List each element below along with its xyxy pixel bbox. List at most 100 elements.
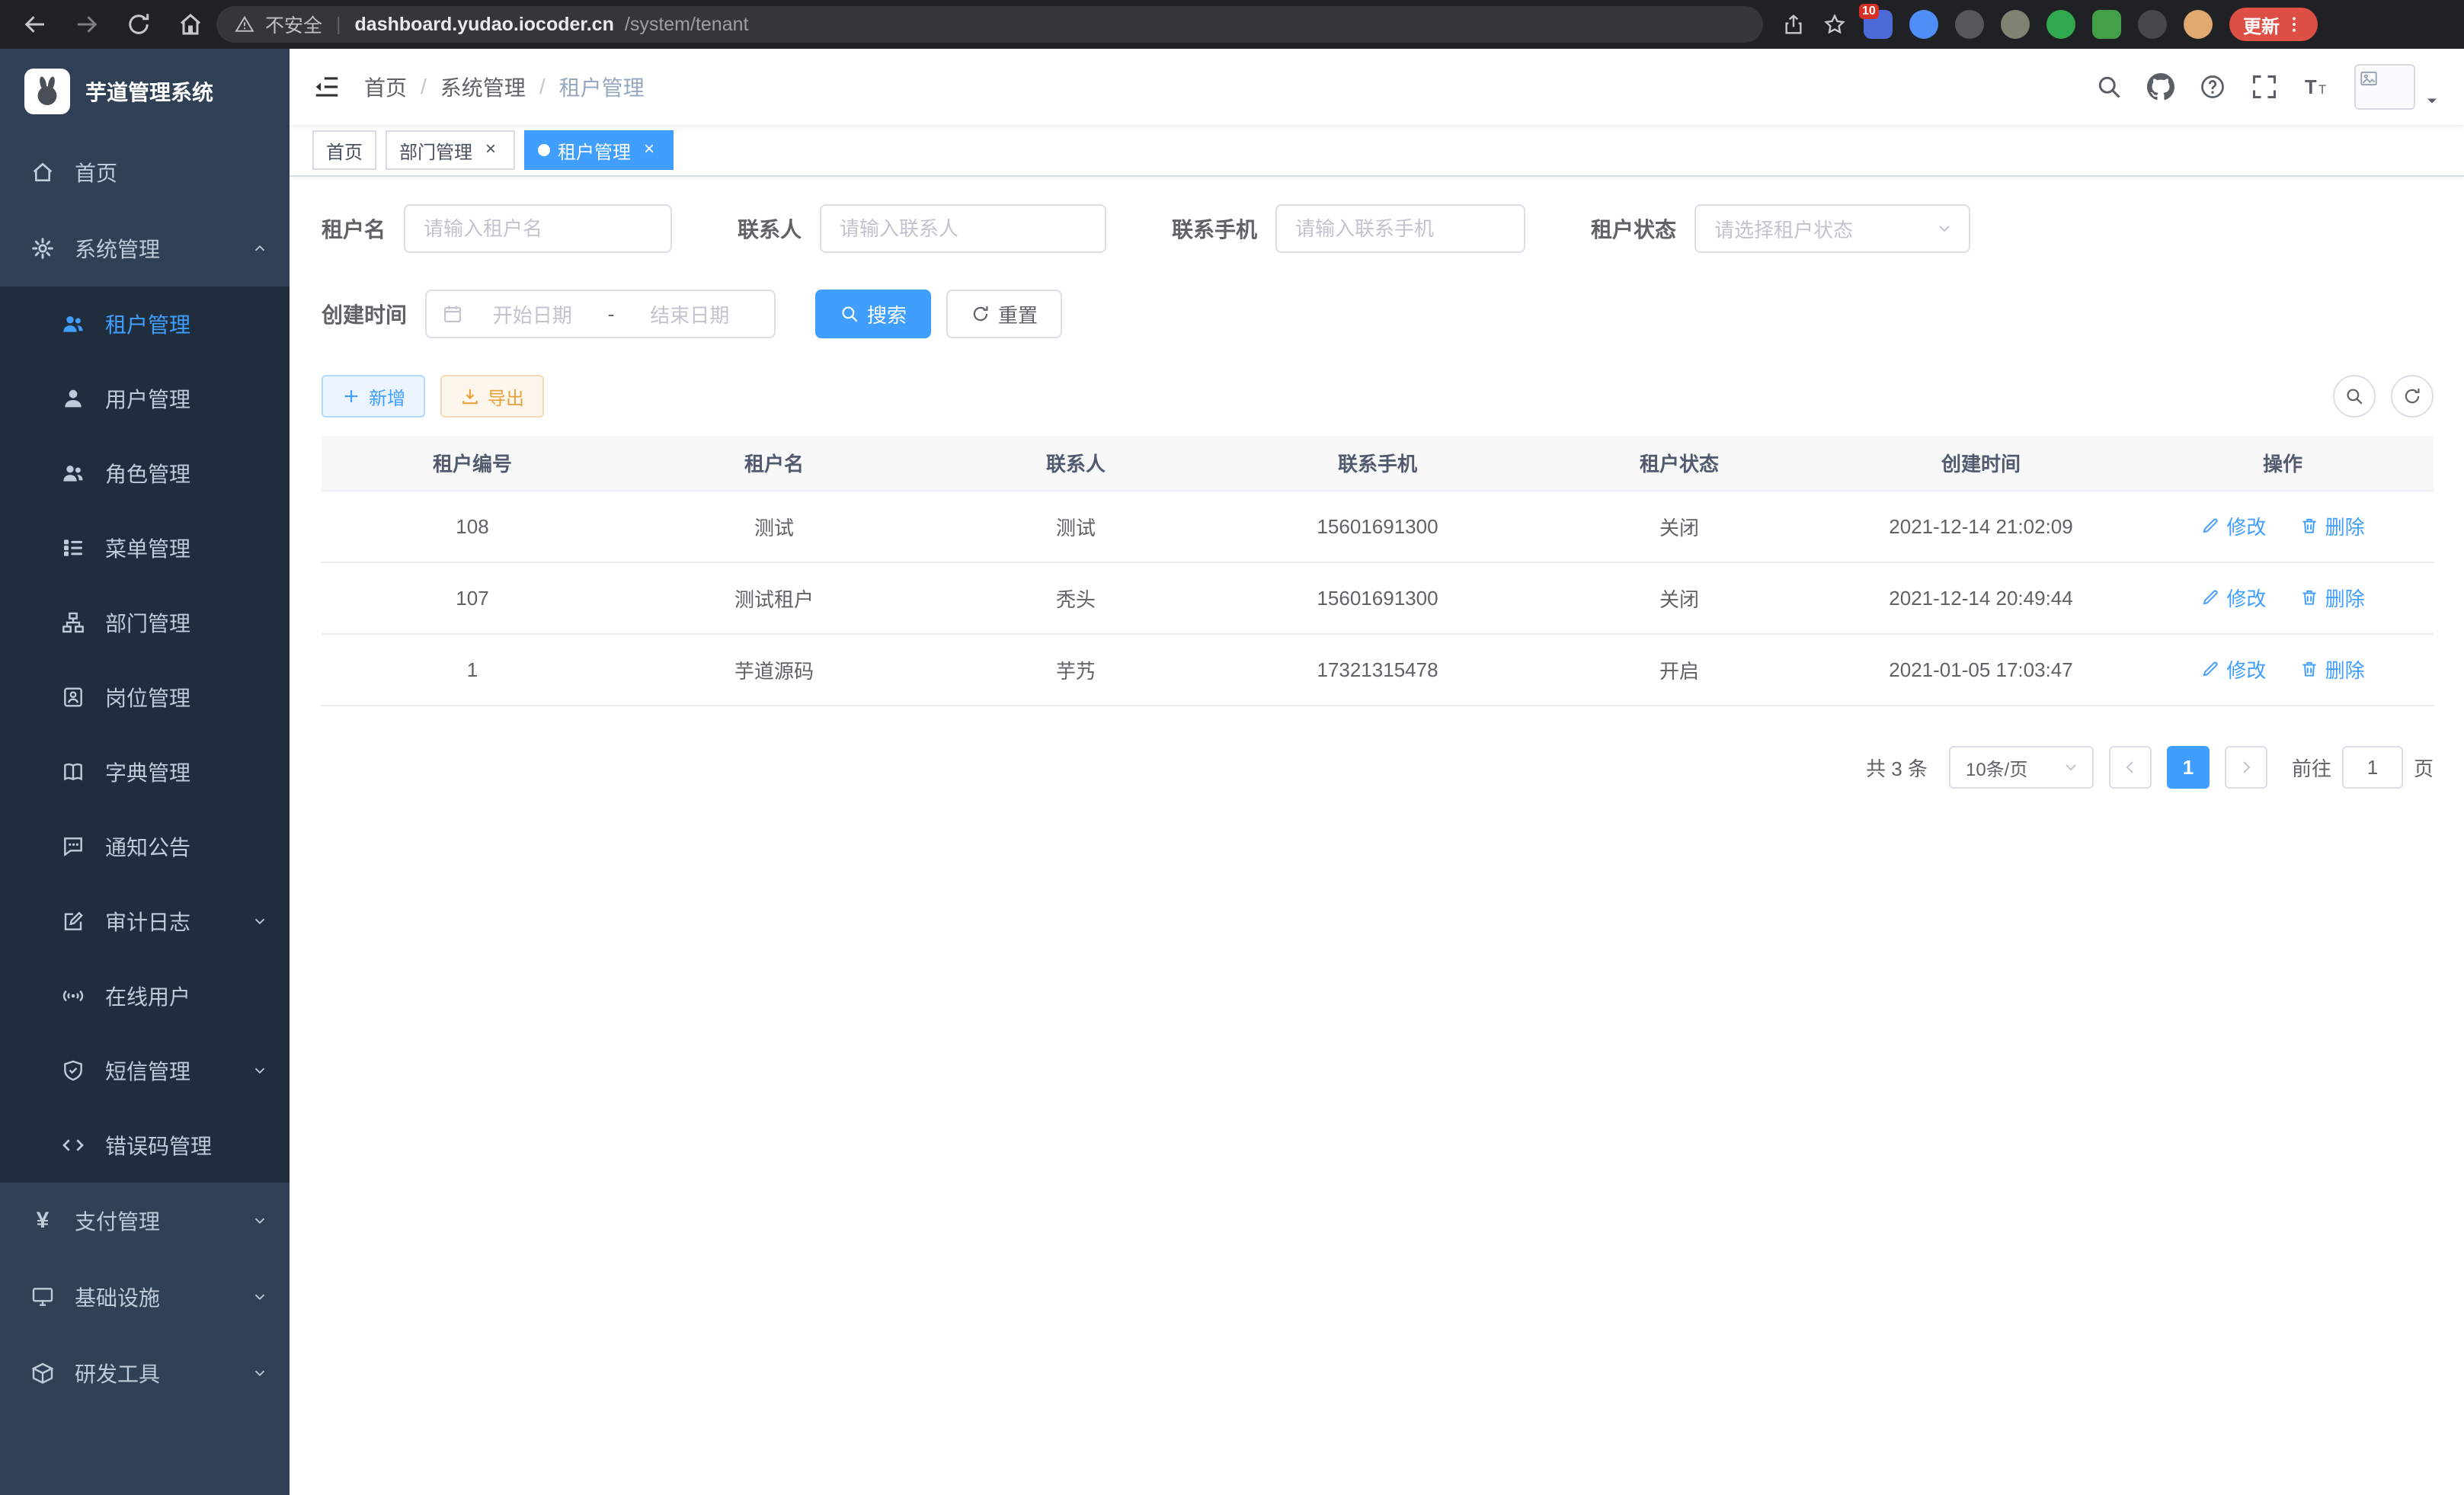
cell-tenant-name: 测试: [623, 491, 925, 562]
prev-page-button[interactable]: [2109, 746, 2152, 789]
create-time-range-picker[interactable]: 开始日期 - 结束日期: [425, 290, 776, 338]
extension-icon-adblock[interactable]: 10: [1864, 10, 1893, 39]
delete-button[interactable]: 删除: [2299, 584, 2365, 612]
kebab-menu-icon[interactable]: [2284, 14, 2304, 34]
edit-button[interactable]: 修改: [2200, 655, 2266, 683]
edit-button[interactable]: 修改: [2200, 584, 2266, 612]
sidebar-item-home[interactable]: 首页: [0, 134, 290, 210]
address-bar[interactable]: 不安全 | dashboard.yudao.iocoder.cn /system…: [216, 6, 1763, 43]
page-number-button[interactable]: 1: [2167, 746, 2210, 789]
update-label: 更新: [2243, 11, 2280, 38]
sidebar-item-user[interactable]: 用户管理: [0, 361, 290, 436]
status-label: 租户状态: [1591, 213, 1676, 244]
caret-down-icon: [2423, 91, 2441, 110]
sidebar: 芋道管理系统 首页 系统管理 租户管理 用户管理 角色管理: [0, 49, 290, 1495]
breadcrumb-home[interactable]: 首页: [364, 72, 407, 102]
url-path: /system/tenant: [625, 14, 749, 36]
sidebar-item-error-code[interactable]: 错误码管理: [0, 1108, 290, 1183]
top-navbar: 首页 / 系统管理 / 租户管理: [290, 49, 2464, 125]
edit-log-icon: [61, 909, 85, 933]
tag-tenant-active[interactable]: 租户管理 ×: [524, 130, 674, 170]
user-avatar[interactable]: [2354, 64, 2441, 110]
extension-icon-pinwheel[interactable]: [2138, 10, 2167, 39]
sidebar-item-tenant[interactable]: 租户管理: [0, 287, 290, 361]
tag-dept[interactable]: 部门管理 ×: [386, 130, 515, 170]
app-logo[interactable]: 芋道管理系统: [0, 49, 290, 134]
sidebar-toggle-icon[interactable]: [312, 72, 341, 101]
sidebar-item-payment[interactable]: ¥ 支付管理: [0, 1183, 290, 1259]
sidebar-item-online-user[interactable]: 在线用户: [0, 959, 290, 1033]
end-date-placeholder: 结束日期: [620, 300, 759, 328]
chevron-down-icon: [251, 1289, 268, 1305]
tenant-status-select[interactable]: 请选择租户状态: [1694, 204, 1970, 253]
table-row: 107 测试租户 秃头 15601691300 关闭 2021-12-14 20…: [322, 562, 2434, 634]
sidebar-item-dict[interactable]: 字典管理: [0, 735, 290, 809]
extension-icon-green-square[interactable]: [2092, 10, 2121, 39]
sidebar-item-notice[interactable]: 通知公告: [0, 809, 290, 884]
trash-icon: [2299, 516, 2319, 536]
sidebar-item-dept[interactable]: 部门管理: [0, 585, 290, 660]
total-count: 共 3 条: [1866, 754, 1928, 782]
breadcrumb-current: 租户管理: [559, 72, 645, 102]
github-icon[interactable]: [2147, 73, 2174, 101]
yen-icon: ¥: [30, 1208, 55, 1234]
chrome-update-button[interactable]: 更新: [2229, 8, 2318, 41]
cell-actions: 修改 删除: [2132, 562, 2434, 634]
contact-input[interactable]: [820, 204, 1106, 253]
goto-page-input[interactable]: [2342, 746, 2403, 789]
extension-icon-olive[interactable]: [2001, 10, 2030, 39]
export-button[interactable]: 导出: [440, 375, 544, 418]
bookmark-star-icon[interactable]: [1822, 12, 1847, 37]
profile-avatar-icon[interactable]: [2184, 10, 2213, 39]
close-icon[interactable]: ×: [480, 139, 501, 161]
next-page-button[interactable]: [2225, 746, 2267, 789]
close-icon[interactable]: ×: [638, 139, 660, 161]
home-icon: [30, 160, 55, 184]
help-icon[interactable]: [2199, 73, 2226, 101]
active-dot: [538, 144, 550, 156]
sidebar-item-system[interactable]: 系统管理: [0, 210, 290, 287]
fullscreen-icon[interactable]: [2251, 73, 2278, 101]
font-size-icon[interactable]: [2302, 73, 2330, 101]
browser-home-button[interactable]: [177, 11, 204, 38]
tenant-name-input[interactable]: [404, 204, 672, 253]
sidebar-item-audit-log[interactable]: 审计日志: [0, 884, 290, 959]
browser-back-button[interactable]: [21, 11, 49, 38]
cell-create-time: 2021-12-14 20:49:44: [1830, 562, 2132, 634]
delete-button[interactable]: 删除: [2299, 655, 2365, 683]
sidebar-item-infra[interactable]: 基础设施: [0, 1259, 290, 1335]
sidebar-item-sms[interactable]: 短信管理: [0, 1033, 290, 1108]
sidebar-item-post[interactable]: 岗位管理: [0, 660, 290, 735]
browser-forward-button[interactable]: [73, 11, 101, 38]
reset-button[interactable]: 重置: [946, 290, 1062, 338]
cell-contact: 秃头: [925, 562, 1227, 634]
cell-contact: 测试: [925, 491, 1227, 562]
refresh-icon: [2402, 386, 2422, 406]
cell-status: 关闭: [1528, 491, 1830, 562]
page-size-select[interactable]: 10条/页: [1949, 746, 2094, 789]
mobile-input[interactable]: [1275, 204, 1525, 253]
extension-icon-blue[interactable]: [1909, 10, 1938, 39]
page-content: 租户名 联系人 联系手机 租户状态 请选择租户状态: [290, 177, 2464, 1495]
show-search-toggle-button[interactable]: [2333, 375, 2376, 418]
tag-home[interactable]: 首页: [312, 130, 376, 170]
search-button[interactable]: 搜索: [815, 290, 931, 338]
extension-icon-dark[interactable]: [1955, 10, 1984, 39]
delete-button[interactable]: 删除: [2299, 512, 2365, 540]
sidebar-item-menu[interactable]: 菜单管理: [0, 511, 290, 585]
refresh-table-button[interactable]: [2391, 375, 2434, 418]
browser-reload-button[interactable]: [125, 11, 152, 38]
chevron-down-icon: [251, 1212, 268, 1229]
pen-icon: [2200, 516, 2220, 536]
sidebar-item-role[interactable]: 角色管理: [0, 436, 290, 511]
chevron-down-icon: [251, 913, 268, 930]
search-icon[interactable]: [2095, 73, 2123, 101]
table-header-row: 租户编号 租户名 联系人 联系手机 租户状态 创建时间 操作: [322, 436, 2434, 491]
share-icon[interactable]: [1781, 12, 1806, 37]
edit-button[interactable]: 修改: [2200, 512, 2266, 540]
cell-tenant-id: 1: [322, 634, 623, 706]
breadcrumb-system[interactable]: 系统管理: [440, 72, 526, 102]
extension-icon-green-circle[interactable]: [2046, 10, 2075, 39]
sidebar-item-dev-tools[interactable]: 研发工具: [0, 1335, 290, 1411]
add-button[interactable]: 新增: [322, 375, 425, 418]
